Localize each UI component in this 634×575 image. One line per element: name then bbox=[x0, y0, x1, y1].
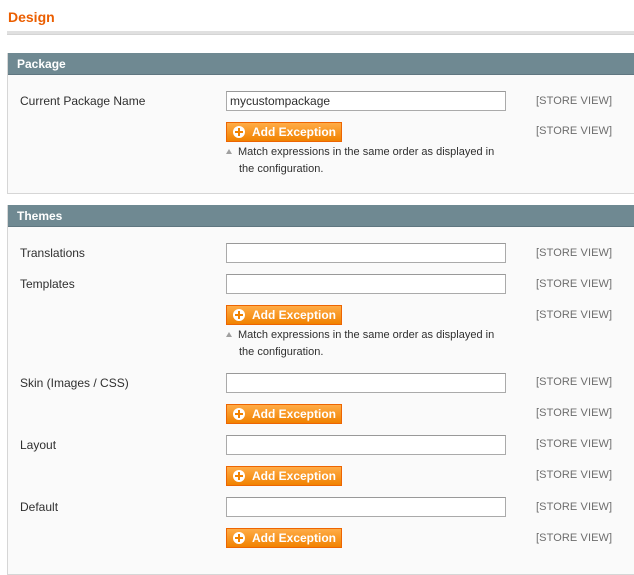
layout-add-exception-button[interactable]: Add Exception bbox=[226, 466, 342, 486]
translations-scope: [STORE VIEW] bbox=[536, 247, 613, 259]
package-note-line2: the configuration. bbox=[239, 163, 324, 175]
page-title: Design bbox=[8, 9, 55, 25]
themes-section-header[interactable]: Themes bbox=[8, 205, 634, 227]
plus-circle-icon bbox=[233, 408, 245, 420]
current-package-name-label: Current Package Name bbox=[20, 94, 146, 108]
skin-input[interactable] bbox=[226, 373, 506, 393]
templates-exception-scope: [STORE VIEW] bbox=[536, 309, 613, 321]
package-exception-scope: [STORE VIEW] bbox=[536, 125, 613, 137]
plus-circle-icon bbox=[233, 470, 245, 482]
default-add-exception-button[interactable]: Add Exception bbox=[226, 528, 342, 548]
layout-add-exception-label: Add Exception bbox=[252, 469, 337, 483]
layout-input[interactable] bbox=[226, 435, 506, 455]
default-exception-scope: [STORE VIEW] bbox=[536, 532, 613, 544]
templates-add-exception-button[interactable]: Add Exception bbox=[226, 305, 342, 325]
triangle-up-icon bbox=[226, 149, 232, 154]
triangle-up-icon bbox=[226, 332, 232, 337]
plus-circle-icon bbox=[233, 126, 245, 138]
translations-label: Translations bbox=[20, 246, 85, 260]
default-add-exception-label: Add Exception bbox=[252, 531, 337, 545]
templates-input[interactable] bbox=[226, 274, 506, 294]
layout-scope: [STORE VIEW] bbox=[536, 438, 613, 450]
layout-label: Layout bbox=[20, 438, 57, 452]
templates-note-line1: Match expressions in the same order as d… bbox=[238, 329, 495, 341]
package-note-line1: Match expressions in the same order as d… bbox=[238, 146, 495, 158]
templates-add-exception-label: Add Exception bbox=[252, 308, 337, 322]
default-label: Default bbox=[20, 500, 59, 514]
skin-add-exception-label: Add Exception bbox=[252, 407, 337, 421]
current-package-name-scope: [STORE VIEW] bbox=[536, 95, 613, 107]
package-section-header[interactable]: Package bbox=[8, 53, 634, 75]
translations-input[interactable] bbox=[226, 243, 506, 263]
package-add-exception-button[interactable]: Add Exception bbox=[226, 122, 342, 142]
default-input[interactable] bbox=[226, 497, 506, 517]
skin-scope: [STORE VIEW] bbox=[536, 376, 613, 388]
title-divider bbox=[7, 31, 634, 35]
templates-note-line2: the configuration. bbox=[239, 346, 324, 358]
templates-exception-note: Match expressions in the same order as d… bbox=[226, 327, 516, 361]
layout-exception-scope: [STORE VIEW] bbox=[536, 469, 613, 481]
templates-label: Templates bbox=[20, 277, 75, 291]
skin-add-exception-button[interactable]: Add Exception bbox=[226, 404, 342, 424]
templates-scope: [STORE VIEW] bbox=[536, 278, 613, 290]
skin-label: Skin (Images / CSS) bbox=[20, 376, 129, 390]
plus-circle-icon bbox=[233, 309, 245, 321]
default-scope: [STORE VIEW] bbox=[536, 501, 613, 513]
skin-exception-scope: [STORE VIEW] bbox=[536, 407, 613, 419]
current-package-name-input[interactable] bbox=[226, 91, 506, 111]
package-add-exception-label: Add Exception bbox=[252, 125, 337, 139]
package-exception-note: Match expressions in the same order as d… bbox=[226, 144, 516, 178]
plus-circle-icon bbox=[233, 532, 245, 544]
